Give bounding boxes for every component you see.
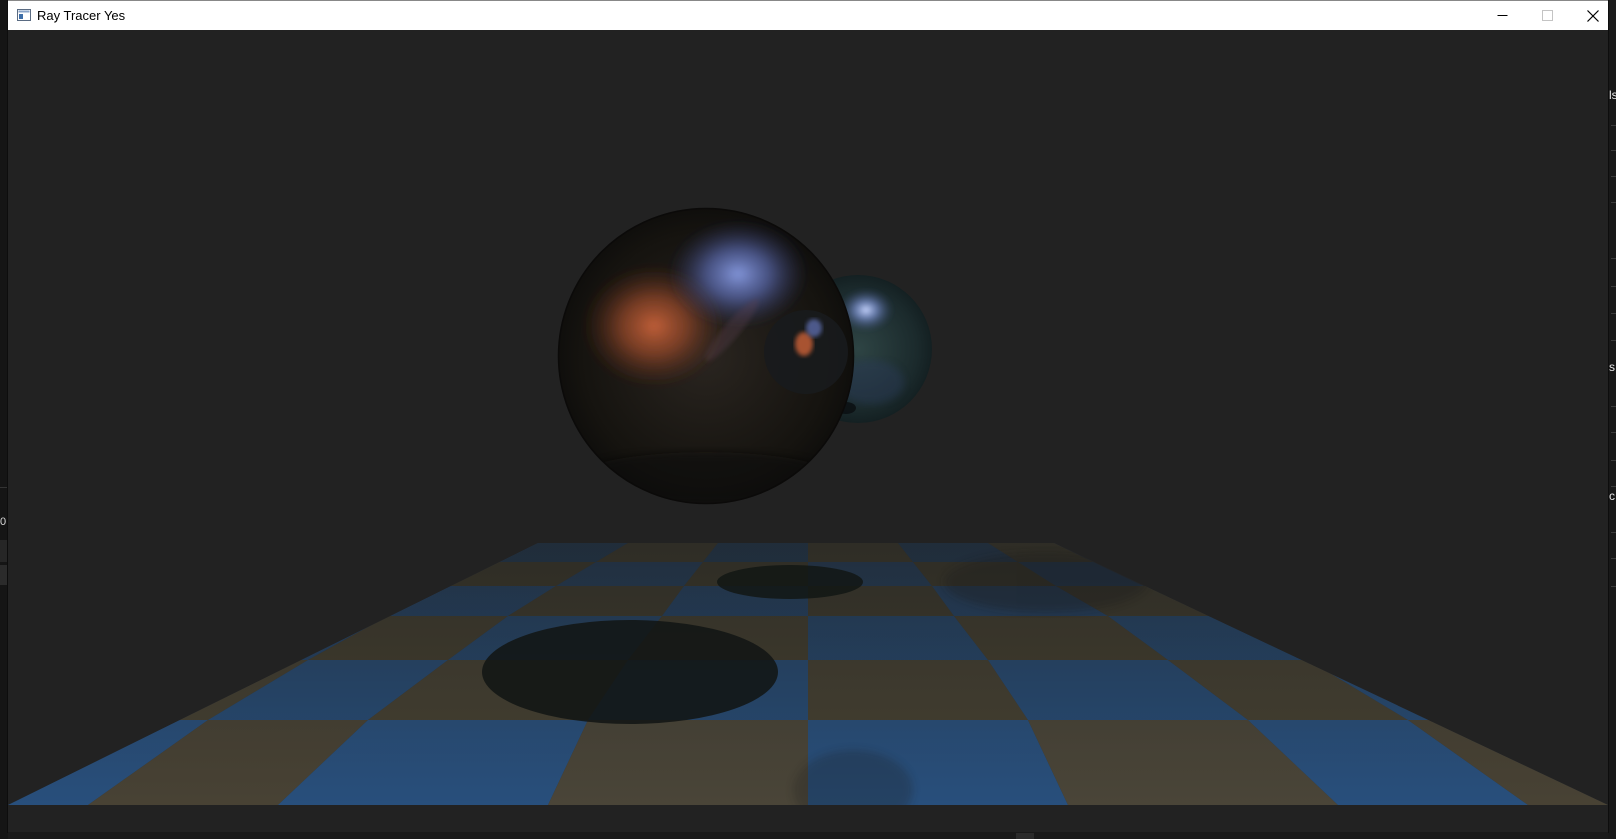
ray-tracer-window: Ray Tracer Yes <box>8 0 1608 832</box>
background-right-text: ls <box>1609 88 1616 102</box>
maximize-button[interactable] <box>1525 1 1570 30</box>
background-right-text: c <box>1609 489 1615 503</box>
app-window-icon <box>17 9 31 21</box>
minimize-button[interactable] <box>1480 1 1525 30</box>
close-button[interactable] <box>1570 1 1615 30</box>
small-sphere-shadow <box>717 565 863 599</box>
maximize-icon <box>1542 10 1553 21</box>
minimize-icon <box>1497 15 1508 16</box>
large-sphere-shadow <box>482 620 778 724</box>
background-right-text: s <box>1609 360 1615 374</box>
background-right-panel <box>1608 30 1616 839</box>
ray-traced-scene <box>8 207 1608 805</box>
large-reflective-sphere <box>557 207 855 505</box>
window-titlebar[interactable]: Ray Tracer Yes <box>8 0 1608 30</box>
close-icon <box>1586 9 1599 22</box>
render-viewport[interactable] <box>8 30 1608 832</box>
background-bottom-strip <box>8 832 1608 839</box>
checkerboard-floor <box>8 543 1608 805</box>
window-title: Ray Tracer Yes <box>37 8 126 23</box>
background-left-text: 0 <box>0 516 7 528</box>
background-left-panel: 0 <box>0 0 8 839</box>
